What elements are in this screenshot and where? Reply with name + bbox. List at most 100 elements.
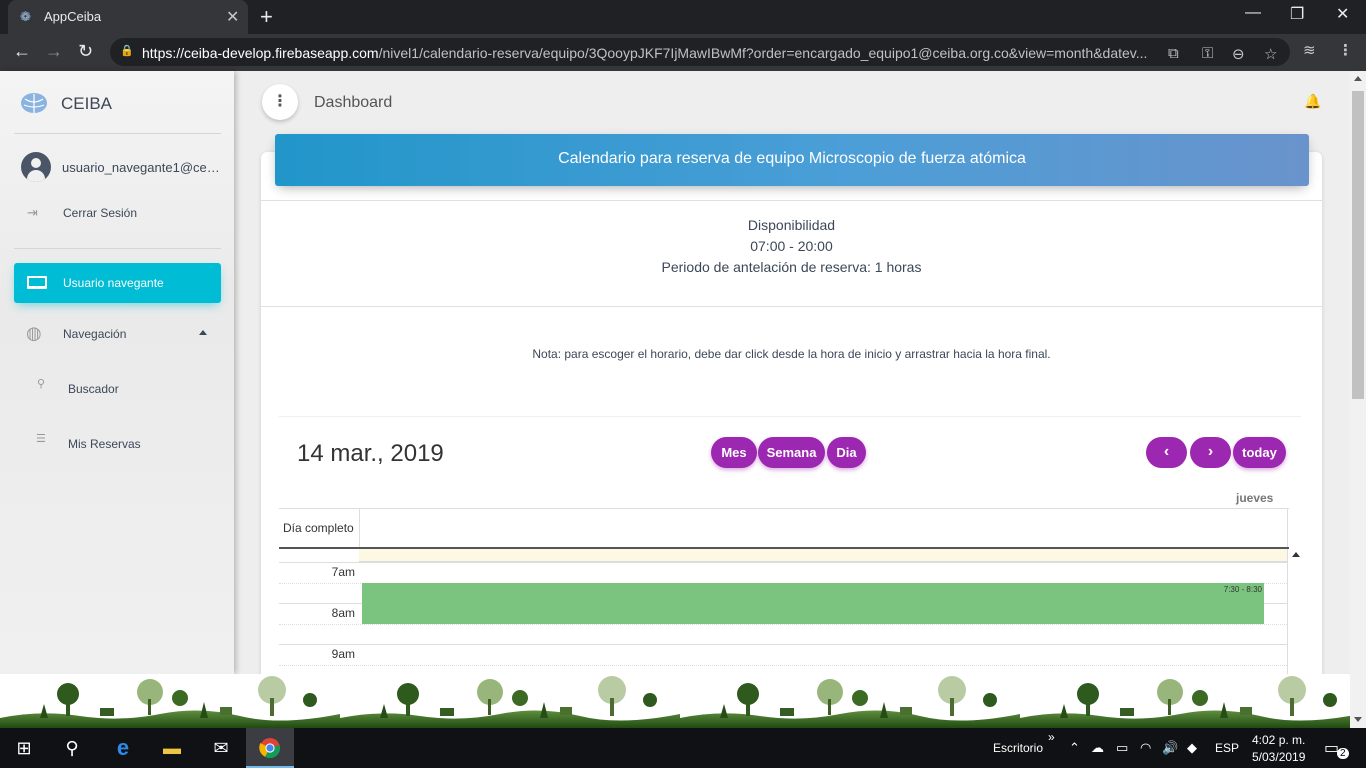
sidebar-item-mis-reservas[interactable]: Mis Reservas: [68, 437, 141, 451]
divider: [279, 416, 1301, 417]
key-icon[interactable]: ⚿: [1202, 45, 1213, 62]
double-chevron-icon[interactable]: »: [1048, 730, 1055, 744]
edge-browser-icon[interactable]: e: [99, 728, 147, 768]
calendar-scroll-up-icon[interactable]: [1292, 552, 1300, 557]
chrome-logo-icon: [259, 738, 281, 759]
zoom-icon[interactable]: ⊖: [1232, 45, 1245, 63]
slot-line: [279, 562, 1287, 563]
tab-title: AppCeiba: [44, 9, 102, 24]
bookmark-star-icon[interactable]: ☆: [1264, 45, 1277, 63]
back-icon[interactable]: ←: [13, 41, 31, 62]
view-month-button[interactable]: Mes: [711, 437, 757, 468]
advance-period: Periodo de antelación de reserva: 1 hora…: [661, 259, 922, 275]
onedrive-cloud-icon[interactable]: ☁: [1091, 740, 1104, 756]
sidebar-item-usuario-navegante[interactable]: Usuario navegante: [14, 263, 221, 303]
divider: [14, 133, 221, 134]
translate-icon[interactable]: ⧉: [1168, 45, 1179, 62]
search-icon[interactable]: ⚲: [48, 728, 96, 768]
next-button[interactable]: ›: [1190, 437, 1231, 468]
url-text: https://ceiba-develop.firebaseapp.com/ni…: [142, 45, 1148, 61]
instruction-note: Nota: para escoger el horario, debe dar …: [532, 347, 1051, 361]
clock-time[interactable]: 4:02 p. m.: [1252, 733, 1305, 747]
chevron-right-icon: ›: [1207, 443, 1214, 460]
availability-label: Disponibilidad: [747, 217, 836, 233]
page-title: Dashboard: [314, 94, 393, 111]
availability-hours: 07:00 - 20:00: [750, 238, 833, 254]
logout-link[interactable]: Cerrar Sesión: [63, 206, 137, 220]
divider: [261, 200, 1322, 201]
sidebar-item-label: Usuario navegante: [63, 276, 164, 290]
scroll-down-icon[interactable]: [1354, 717, 1362, 722]
chevron-up-icon[interactable]: ⌃: [1069, 740, 1080, 756]
lock-icon: 🔒: [120, 45, 134, 57]
sidebar-item-buscador[interactable]: Buscador: [68, 382, 119, 396]
card-title: Calendario para reserva de equipo Micros…: [558, 150, 1026, 167]
brand-name: CEIBA: [61, 94, 113, 113]
caret-up-icon[interactable]: [199, 330, 207, 335]
mail-icon[interactable]: ✉: [197, 728, 245, 768]
main-content: ⋮ Dashboard 🔔 Calendario para reserva de…: [234, 71, 1350, 692]
today-highlight: [359, 549, 1287, 562]
sidebar-item-navegacion[interactable]: Navegación: [63, 327, 126, 341]
notifications-bell-icon[interactable]: 🔔: [1304, 93, 1321, 109]
time-label: 7am: [331, 565, 355, 579]
day-header: jueves: [1236, 491, 1274, 505]
more-menu-button[interactable]: ⋮: [262, 84, 298, 120]
search-icon: ⚲: [37, 378, 46, 390]
minimize-icon[interactable]: —: [1245, 4, 1261, 22]
divider: [14, 248, 221, 249]
extensions-icon[interactable]: ≋: [1303, 41, 1316, 59]
scrollbar-thumb[interactable]: [1352, 91, 1364, 399]
all-day-label: Día completo: [283, 521, 354, 535]
slot-half-line: [279, 624, 1287, 625]
windows-start-icon[interactable]: ⊞: [0, 728, 48, 768]
divider: [261, 306, 1322, 307]
browser-menu-icon[interactable]: ⋮: [1338, 41, 1353, 59]
reload-icon[interactable]: ↻: [78, 41, 93, 62]
view-day-button[interactable]: Dia: [827, 437, 866, 468]
file-explorer-icon[interactable]: ▬: [148, 728, 196, 768]
desktop-toolbar[interactable]: Escritorio: [993, 741, 1043, 755]
event-time: 7:30 - 8:30: [1223, 585, 1262, 594]
wifi-icon[interactable]: ◠: [1140, 740, 1151, 756]
volume-icon[interactable]: 🔊: [1162, 740, 1178, 756]
laptop-icon: [27, 276, 47, 289]
card-header: Calendario para reserva de equipo Micros…: [275, 134, 1309, 186]
calendar-date: 14 mar., 2019: [297, 440, 444, 467]
today-button[interactable]: today: [1233, 437, 1286, 468]
view-week-button[interactable]: Semana: [758, 437, 825, 468]
chevron-left-icon: ‹: [1163, 443, 1170, 460]
new-tab-icon[interactable]: +: [260, 4, 273, 30]
user-avatar: [21, 152, 51, 182]
notification-count: 2: [1337, 748, 1349, 759]
slot-half-line: [279, 665, 1287, 666]
browser-tabbar: ❁ AppCeiba ✕ + — ❐ ✕: [0, 0, 1366, 34]
close-window-icon[interactable]: ✕: [1336, 4, 1349, 24]
footer-landscape-illustration: [0, 674, 1350, 728]
globe-icon: ◍: [26, 323, 42, 343]
list-icon: ☰: [36, 433, 46, 445]
windows-taskbar: ⊞ ⚲ e ▬ ✉ Escritorio » ⌃ ☁ ▭ ◠ 🔊 ◆ ESP 4…: [0, 728, 1366, 768]
scroll-up-icon[interactable]: [1354, 76, 1362, 81]
time-label: 9am: [331, 647, 355, 661]
clock-date[interactable]: 5/03/2019: [1252, 750, 1305, 764]
chrome-icon[interactable]: [246, 728, 294, 768]
logout-icon: ⇥: [27, 205, 38, 220]
landscape-svg: [0, 676, 1350, 728]
user-name[interactable]: usuario_navegante1@ceiba.org.co: [62, 160, 222, 175]
close-tab-icon[interactable]: ✕: [226, 7, 239, 27]
browser-tab[interactable]: ❁ AppCeiba ✕: [8, 0, 248, 34]
forward-icon[interactable]: →: [45, 41, 63, 62]
battery-icon[interactable]: ▭: [1116, 740, 1128, 756]
grid-line: [359, 508, 360, 548]
sidebar: CEIBA usuario_navegante1@ceiba.org.co ⇥ …: [0, 71, 234, 674]
url-field[interactable]: 🔒 https://ceiba-develop.firebaseapp.com/…: [110, 38, 1290, 66]
dropbox-icon[interactable]: ◆: [1187, 740, 1197, 756]
prev-button[interactable]: ‹: [1146, 437, 1187, 468]
calendar-event[interactable]: 7:30 - 8:30: [362, 583, 1264, 624]
language-indicator[interactable]: ESP: [1215, 741, 1239, 755]
page-scrollbar[interactable]: [1350, 71, 1366, 728]
restore-icon[interactable]: ❐: [1290, 4, 1304, 24]
grid-line: [1287, 508, 1288, 674]
ceiba-favicon-icon: ❁: [20, 9, 31, 24]
